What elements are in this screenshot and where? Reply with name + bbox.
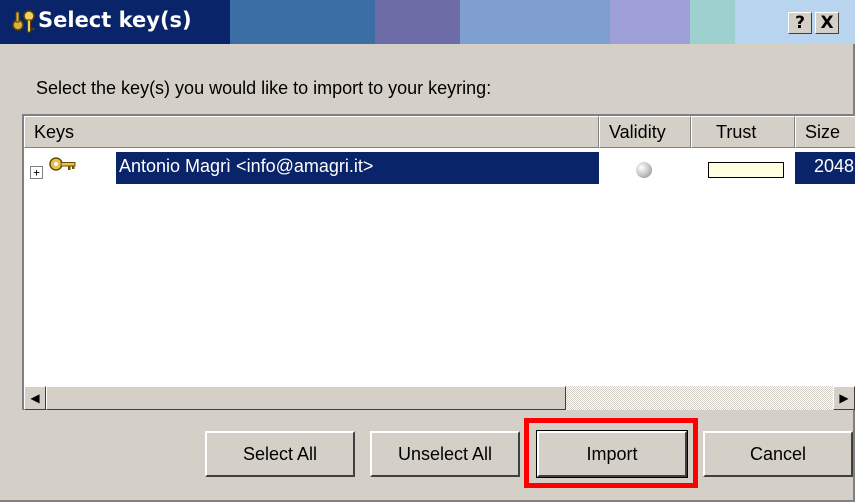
unselect-all-button[interactable]: Unselect All (370, 431, 520, 477)
scrollbar-thumb[interactable] (46, 386, 566, 410)
key-size: 2048, (814, 156, 855, 176)
column-header-validity[interactable]: Validity (599, 116, 691, 148)
trust-bar (708, 162, 784, 178)
column-header-size[interactable]: Size (795, 116, 855, 148)
key-icon (49, 157, 76, 171)
validity-dot-icon (636, 162, 652, 178)
horizontal-scrollbar[interactable]: ◀ ▶ (24, 386, 855, 410)
instruction-text: Select the key(s) you would like to impo… (36, 78, 492, 98)
column-header-keys[interactable]: Keys (24, 116, 599, 148)
title-bar[interactable]: Select key(s) ? X (0, 0, 855, 44)
column-header-trust[interactable]: Trust (691, 116, 795, 148)
list-item[interactable]: + Antonio Magrì <info@amagri.it> 2048, (24, 152, 855, 184)
highlight-box (524, 418, 698, 488)
window-title: Select key(s) (38, 8, 192, 32)
key-name: Antonio Magrì <info@amagri.it> (119, 156, 374, 176)
select-all-button[interactable]: Select All (205, 431, 355, 477)
select-keys-dialog: Select key(s) ? X Select the key(s) you … (0, 0, 855, 502)
keys-listview[interactable]: Keys Validity Trust Size + Antonio Magrì… (22, 114, 855, 410)
key-pair-icon (12, 10, 35, 33)
cancel-button[interactable]: Cancel (703, 431, 853, 477)
scrollbar-track[interactable] (566, 386, 833, 410)
help-button[interactable]: ? (788, 12, 812, 34)
close-button[interactable]: X (815, 12, 839, 34)
scroll-right-icon[interactable]: ▶ (833, 386, 855, 410)
expand-icon[interactable]: + (30, 166, 43, 179)
scroll-left-icon[interactable]: ◀ (24, 386, 46, 410)
